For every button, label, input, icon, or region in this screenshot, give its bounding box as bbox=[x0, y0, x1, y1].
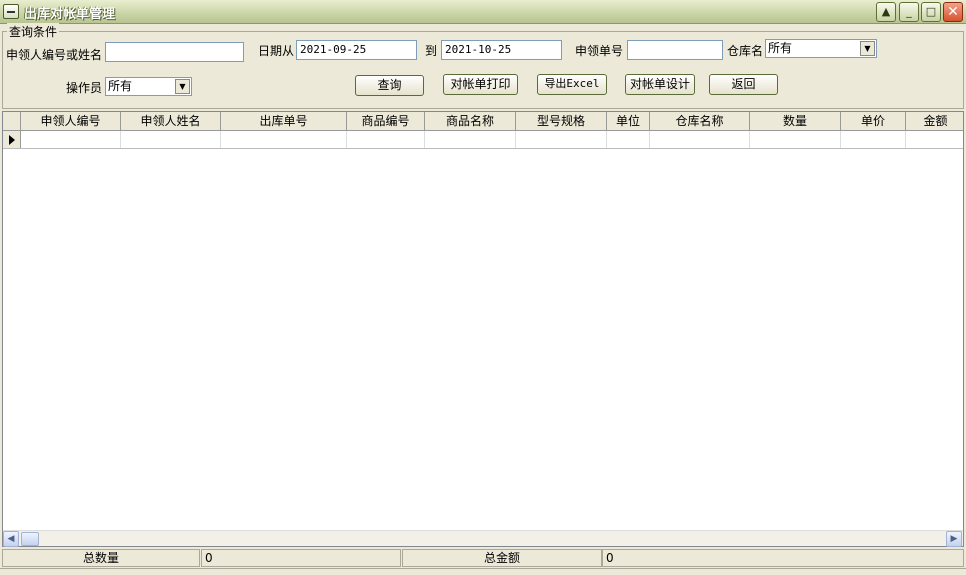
dropdown-arrow-icon[interactable]: ▼ bbox=[175, 79, 190, 94]
table-row[interactable] bbox=[3, 131, 963, 149]
back-button[interactable]: 返回 bbox=[709, 74, 778, 95]
table-cell[interactable] bbox=[607, 131, 650, 148]
data-grid[interactable]: 申领人编号 申领人姓名 出库单号 商品编号 商品名称 型号规格 单位 仓库名称 … bbox=[2, 111, 964, 547]
column-header[interactable]: 申领人编号 bbox=[21, 112, 121, 131]
column-header[interactable]: 商品名称 bbox=[425, 112, 516, 131]
grid-header: 申领人编号 申领人姓名 出库单号 商品编号 商品名称 型号规格 单位 仓库名称 … bbox=[3, 112, 963, 131]
close-button[interactable]: ✕ bbox=[943, 2, 963, 22]
table-cell[interactable] bbox=[121, 131, 221, 148]
operator-label: 操作员 bbox=[66, 81, 103, 95]
column-header[interactable]: 数量 bbox=[750, 112, 841, 131]
window-title: 出库对帐单管理 bbox=[24, 7, 116, 22]
date-from-input[interactable]: 2021-09-25 bbox=[296, 40, 417, 60]
table-cell[interactable] bbox=[21, 131, 121, 148]
warehouse-select-value: 所有 bbox=[768, 41, 793, 55]
table-cell[interactable] bbox=[221, 131, 347, 148]
warehouse-label: 仓库名 bbox=[727, 44, 764, 58]
column-header[interactable]: 出库单号 bbox=[221, 112, 347, 131]
query-group-label: 查询条件 bbox=[7, 23, 60, 40]
total-qty-value: 0 bbox=[201, 549, 401, 567]
scroll-right-icon[interactable]: ▶ bbox=[946, 531, 962, 547]
column-header[interactable]: 型号规格 bbox=[516, 112, 607, 131]
date-from-label: 日期从 bbox=[258, 44, 295, 58]
column-header[interactable]: 申领人姓名 bbox=[121, 112, 221, 131]
totals-bar: 总数量 0 总金额 0 bbox=[0, 549, 966, 567]
table-cell[interactable] bbox=[425, 131, 516, 148]
status-strip bbox=[0, 568, 966, 575]
scroll-up-icon[interactable]: ▲ bbox=[876, 2, 896, 22]
print-statement-button[interactable]: 对帐单打印 bbox=[443, 74, 518, 95]
table-cell[interactable] bbox=[750, 131, 841, 148]
operator-select-value: 所有 bbox=[108, 79, 133, 93]
order-no-label: 申领单号 bbox=[575, 44, 624, 58]
total-amount-value: 0 bbox=[602, 549, 964, 567]
date-to-input[interactable]: 2021-10-25 bbox=[441, 40, 562, 60]
table-cell[interactable] bbox=[841, 131, 906, 148]
design-statement-button[interactable]: 对帐单设计 bbox=[625, 74, 695, 95]
scroll-thumb[interactable] bbox=[21, 532, 39, 546]
column-header[interactable]: 金额 bbox=[906, 112, 963, 131]
table-cell[interactable] bbox=[650, 131, 750, 148]
date-to-label: 到 bbox=[425, 44, 438, 58]
operator-select[interactable]: 所有 ▼ bbox=[105, 77, 192, 96]
maximize-button[interactable]: □ bbox=[921, 2, 941, 22]
applicant-input[interactable] bbox=[105, 42, 244, 62]
query-button[interactable]: 查询 bbox=[355, 75, 424, 96]
export-excel-button[interactable]: 导出Excel bbox=[537, 74, 607, 95]
order-no-input[interactable] bbox=[627, 40, 723, 60]
table-cell[interactable] bbox=[906, 131, 963, 148]
column-header[interactable]: 单位 bbox=[607, 112, 650, 131]
total-qty-label: 总数量 bbox=[2, 549, 200, 567]
horizontal-scrollbar[interactable]: ◀ ▶ bbox=[3, 530, 963, 547]
minimize-button[interactable]: _ bbox=[899, 2, 919, 22]
dropdown-arrow-icon[interactable]: ▼ bbox=[860, 41, 875, 56]
title-bar: 出库对帐单管理 ▲ _ □ ✕ bbox=[0, 0, 966, 24]
column-header[interactable]: 商品编号 bbox=[347, 112, 425, 131]
table-cell[interactable] bbox=[347, 131, 425, 148]
system-menu-icon[interactable] bbox=[3, 4, 19, 19]
column-header[interactable]: 单价 bbox=[841, 112, 906, 131]
warehouse-select[interactable]: 所有 ▼ bbox=[765, 39, 877, 58]
scroll-left-icon[interactable]: ◀ bbox=[3, 531, 19, 547]
header-corner bbox=[3, 112, 21, 131]
total-amount-label: 总金额 bbox=[402, 549, 602, 567]
table-cell[interactable] bbox=[516, 131, 607, 148]
column-header[interactable]: 仓库名称 bbox=[650, 112, 750, 131]
applicant-label: 申领人编号或姓名 bbox=[6, 48, 103, 62]
